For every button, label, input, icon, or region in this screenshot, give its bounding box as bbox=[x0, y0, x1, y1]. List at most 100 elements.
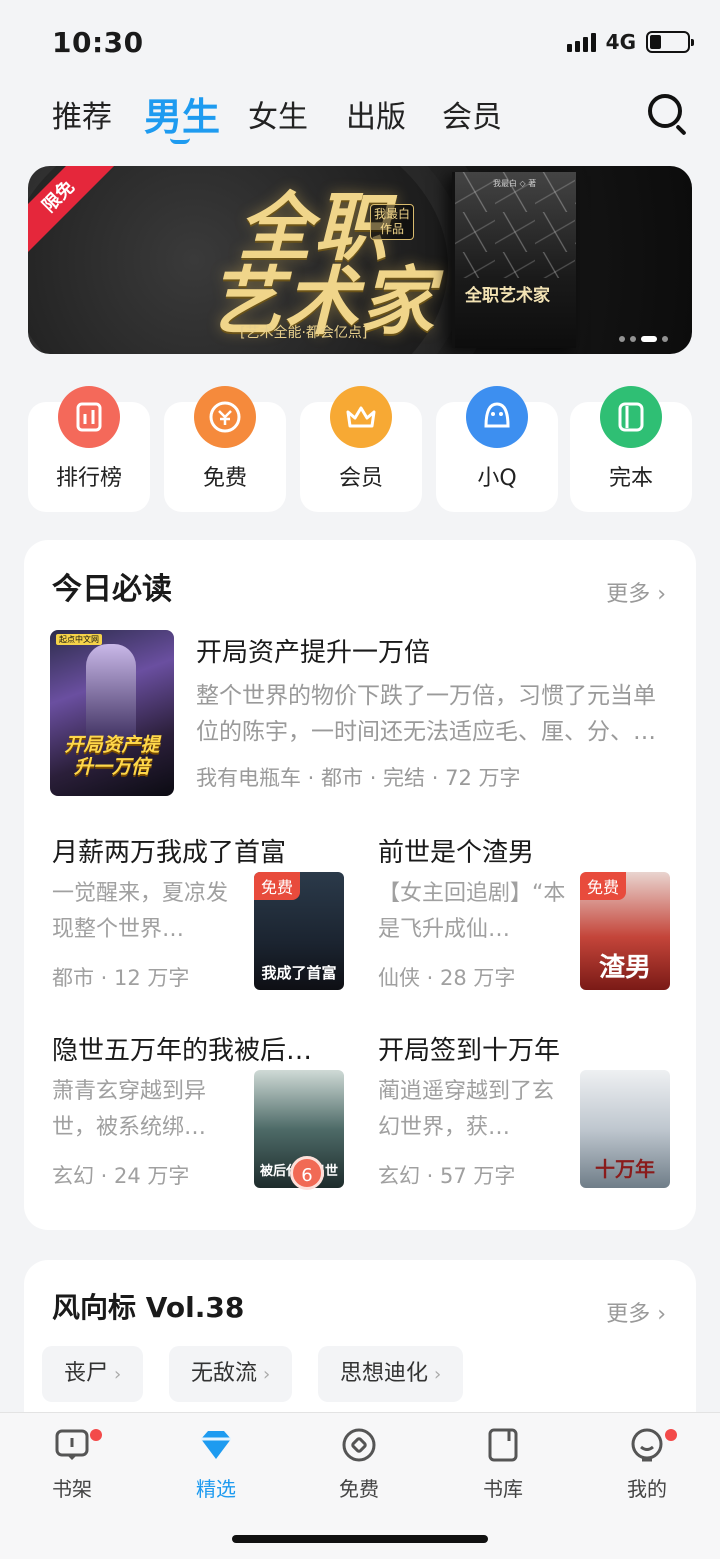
book-meta: 仙侠 · 28 万字 bbox=[378, 966, 516, 990]
banner-book-author: 我最白 ◇ 著 bbox=[493, 179, 537, 188]
chevron-right-icon: › bbox=[434, 1364, 442, 1385]
notification-dot bbox=[90, 1429, 102, 1441]
free-badge: 免费 bbox=[580, 872, 627, 900]
book-title: 隐世五万年的我被后… bbox=[52, 1036, 313, 1066]
promo-banner[interactable]: 限免 全职 我最白作品 艺术家 [艺术全能·都会亿点] 我最白 ◇ 著 全职艺术… bbox=[28, 166, 692, 354]
book-item[interactable]: 前世是个渣男 【女主回追剧】“本是飞升成仙… 仙侠 · 28 万字 免费 渣男 bbox=[378, 832, 678, 1012]
nav-label: 书架 bbox=[52, 1477, 92, 1501]
book-title: 开局签到十万年 bbox=[378, 1036, 561, 1066]
nav-free[interactable]: 免费 bbox=[309, 1427, 409, 1507]
book-item[interactable]: 开局签到十万年 蔺逍遥穿越到了玄幻世界，获… 玄幻 · 57 万字 十万年 bbox=[378, 1030, 678, 1210]
tag-chip[interactable]: 思想迪化 › bbox=[318, 1346, 464, 1402]
active-tab-indicator bbox=[170, 138, 190, 144]
quick-complete[interactable]: 完本 bbox=[570, 386, 692, 512]
crown-icon bbox=[330, 386, 392, 448]
tab-male[interactable]: 男生 bbox=[144, 86, 220, 141]
book-description: 一觉醒来，夏凉发现整个世界… bbox=[52, 881, 229, 942]
quick-xiaoq[interactable]: 小Q bbox=[436, 386, 558, 512]
tab-female[interactable]: 女生 bbox=[248, 92, 308, 136]
nav-featured[interactable]: 精选 bbox=[166, 1427, 266, 1507]
status-time: 10:30 bbox=[52, 26, 144, 59]
battery-icon bbox=[646, 31, 694, 53]
chevron-right-icon: › bbox=[263, 1364, 271, 1385]
network-label: 4G bbox=[605, 30, 636, 54]
free-badge: 免费 bbox=[254, 872, 301, 900]
book-meta: 玄幻 · 24 万字 bbox=[52, 1164, 190, 1188]
banner-dot bbox=[662, 336, 668, 342]
book-cover: 免费 渣男 bbox=[580, 872, 670, 990]
banner-subtitle: [艺术全能·都会亿点] bbox=[240, 325, 368, 341]
status-bar: 10:30 4G bbox=[0, 0, 720, 86]
tab-publish[interactable]: 出版 bbox=[346, 92, 406, 136]
nav-library[interactable]: 书库 bbox=[453, 1427, 553, 1507]
book-cover: 十万年 bbox=[580, 1070, 670, 1188]
cover-title: 渣男 bbox=[598, 953, 651, 983]
notification-dot bbox=[665, 1429, 677, 1441]
penguin-icon bbox=[466, 386, 528, 448]
book-meta: 都市 · 12 万字 bbox=[52, 966, 190, 990]
book-title: 月薪两万我成了首富 bbox=[52, 838, 287, 868]
bookshelf-icon bbox=[55, 1429, 89, 1460]
cover-title: 开局资产提升一万倍 bbox=[64, 734, 160, 778]
book-cover[interactable]: 起点中文网 开局资产提升一万倍 bbox=[50, 630, 174, 796]
book-title: 前世是个渣男 bbox=[378, 838, 535, 868]
quick-label: 会员 bbox=[338, 466, 383, 491]
quick-label: 排行榜 bbox=[55, 466, 122, 491]
more-link[interactable]: 更多 › bbox=[606, 576, 666, 608]
more-link[interactable]: 更多 › bbox=[606, 1296, 666, 1328]
banner-book-cover: 我最白 ◇ 著 全职艺术家 bbox=[452, 172, 576, 348]
nav-label: 精选 bbox=[196, 1477, 236, 1501]
book-cover: 免费 我成了首富 bbox=[254, 872, 344, 990]
book-description: 萧青玄穿越到异世，被系统绑… bbox=[52, 1079, 207, 1140]
book-complete-icon bbox=[600, 386, 662, 448]
banner-dot bbox=[619, 336, 625, 342]
cover-title: 我成了首富 bbox=[261, 964, 337, 982]
quick-member[interactable]: 会员 bbox=[300, 386, 422, 512]
channel-tabs: 推荐 男生 女生 出版 会员 bbox=[0, 86, 720, 146]
nav-profile[interactable]: 我的 bbox=[597, 1427, 697, 1507]
book-meta: 我有电瓶车 · 都市 · 完结 · 72 万字 bbox=[196, 766, 521, 790]
search-icon[interactable] bbox=[648, 94, 682, 128]
book-item[interactable]: 月薪两万我成了首富 一觉醒来，夏凉发现整个世界… 都市 · 12 万字 免费 我… bbox=[52, 832, 352, 1012]
daily-read-card: 今日必读 更多 › 起点中文网 开局资产提升一万倍 开局资产提升一万倍 整个世界… bbox=[24, 540, 696, 1230]
banner-dot bbox=[630, 336, 636, 342]
banner-page-dots bbox=[619, 336, 668, 342]
library-icon bbox=[488, 1428, 518, 1462]
section-heading: 风向标 Vol.38 bbox=[52, 1291, 245, 1324]
home-indicator bbox=[232, 1535, 488, 1543]
nav-bookshelf[interactable]: 书架 bbox=[22, 1427, 122, 1507]
nav-label: 我的 bbox=[627, 1477, 667, 1501]
tag-chip[interactable]: 无敌流 › bbox=[169, 1346, 293, 1402]
tag-chip-label: 思想迪化 bbox=[340, 1361, 429, 1386]
diamond-icon bbox=[201, 1431, 231, 1459]
tag-chip[interactable]: 丧尸 › bbox=[42, 1346, 144, 1402]
chevron-right-icon: › bbox=[114, 1364, 122, 1385]
tab-member[interactable]: 会员 bbox=[442, 92, 502, 136]
cover-publisher-tag: 起点中文网 bbox=[56, 634, 102, 645]
quick-free[interactable]: 免费 bbox=[164, 386, 286, 512]
book-description: 整个世界的物价下跌了一万倍，习惯了元当单位的陈宇，一时间还无法适应毛、厘、分、… bbox=[196, 683, 656, 745]
quick-entries: 排行榜 免费 会员 小Q 完本 bbox=[28, 386, 692, 514]
book-title[interactable]: 开局资产提升一万倍 bbox=[196, 632, 430, 669]
banner-book-title: 全职艺术家 bbox=[465, 286, 550, 306]
signal-icon bbox=[566, 32, 596, 52]
nav-label: 免费 bbox=[339, 1477, 379, 1501]
tab-recommend[interactable]: 推荐 bbox=[52, 92, 112, 136]
nav-label: 书库 bbox=[483, 1477, 523, 1501]
quick-label: 免费 bbox=[202, 466, 247, 491]
profile-icon bbox=[631, 1428, 663, 1462]
book-description: 【女主回追剧】“本是飞升成仙… bbox=[378, 881, 566, 942]
quick-label: 完本 bbox=[608, 466, 653, 491]
banner-dot bbox=[641, 336, 657, 342]
update-count-badge: 6 bbox=[290, 1156, 324, 1190]
banner-author-tag: 我最白作品 bbox=[370, 204, 414, 240]
cover-title: 十万年 bbox=[595, 1157, 655, 1181]
section-heading: 今日必读 bbox=[52, 572, 172, 607]
free-coin-icon bbox=[194, 386, 256, 448]
tag-chip-label: 无敌流 bbox=[191, 1361, 258, 1386]
book-meta: 玄幻 · 57 万字 bbox=[378, 1164, 516, 1188]
tag-chip-label: 丧尸 bbox=[64, 1361, 109, 1386]
quick-ranking[interactable]: 排行榜 bbox=[28, 386, 150, 512]
free-circle-icon bbox=[342, 1428, 376, 1462]
book-description: 蔺逍遥穿越到了玄幻世界，获… bbox=[378, 1079, 555, 1140]
